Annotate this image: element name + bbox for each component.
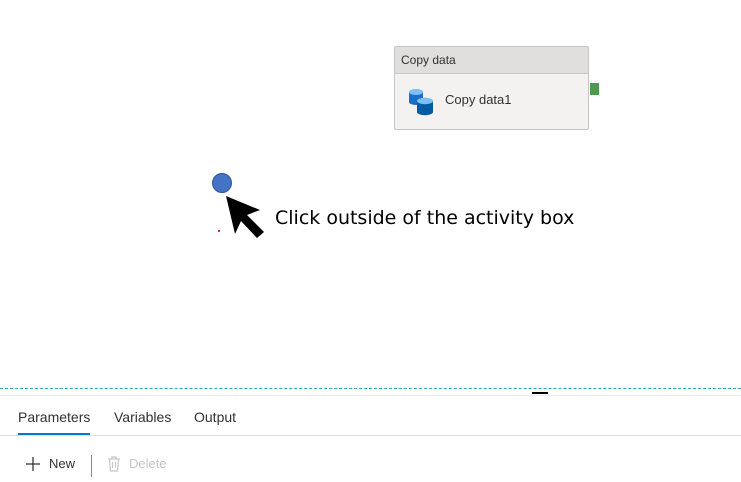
instruction-text: Click outside of the activity box bbox=[275, 207, 575, 229]
click-indicator-dot bbox=[212, 173, 232, 193]
tab-variables[interactable]: Variables bbox=[114, 400, 171, 434]
output-port-handle[interactable] bbox=[590, 83, 599, 95]
plus-icon bbox=[26, 457, 40, 471]
red-dot-marker bbox=[218, 230, 220, 232]
toolbar-separator bbox=[91, 455, 92, 477]
delete-button-label: Delete bbox=[129, 456, 167, 471]
copy-data-icon bbox=[407, 86, 435, 116]
panel-divider bbox=[0, 395, 741, 396]
new-button[interactable]: New bbox=[25, 448, 75, 480]
new-button-label: New bbox=[49, 456, 76, 471]
bottom-panel-tabs: Parameters Variables Output bbox=[0, 400, 741, 436]
delete-button[interactable]: Delete bbox=[107, 448, 167, 480]
panel-splitter[interactable] bbox=[0, 388, 741, 389]
tab-parameters[interactable]: Parameters bbox=[18, 400, 91, 435]
pipeline-canvas[interactable] bbox=[0, 0, 741, 388]
copy-data-activity[interactable]: Copy data Copy data1 bbox=[394, 46, 589, 130]
trash-icon bbox=[108, 456, 120, 472]
parameters-toolbar: New Delete bbox=[0, 448, 741, 480]
activity-type-label: Copy data bbox=[395, 47, 588, 74]
tab-output[interactable]: Output bbox=[194, 400, 236, 434]
activity-name: Copy data1 bbox=[445, 92, 512, 107]
splitter-handle[interactable] bbox=[532, 392, 548, 394]
mouse-cursor-icon bbox=[224, 194, 266, 238]
